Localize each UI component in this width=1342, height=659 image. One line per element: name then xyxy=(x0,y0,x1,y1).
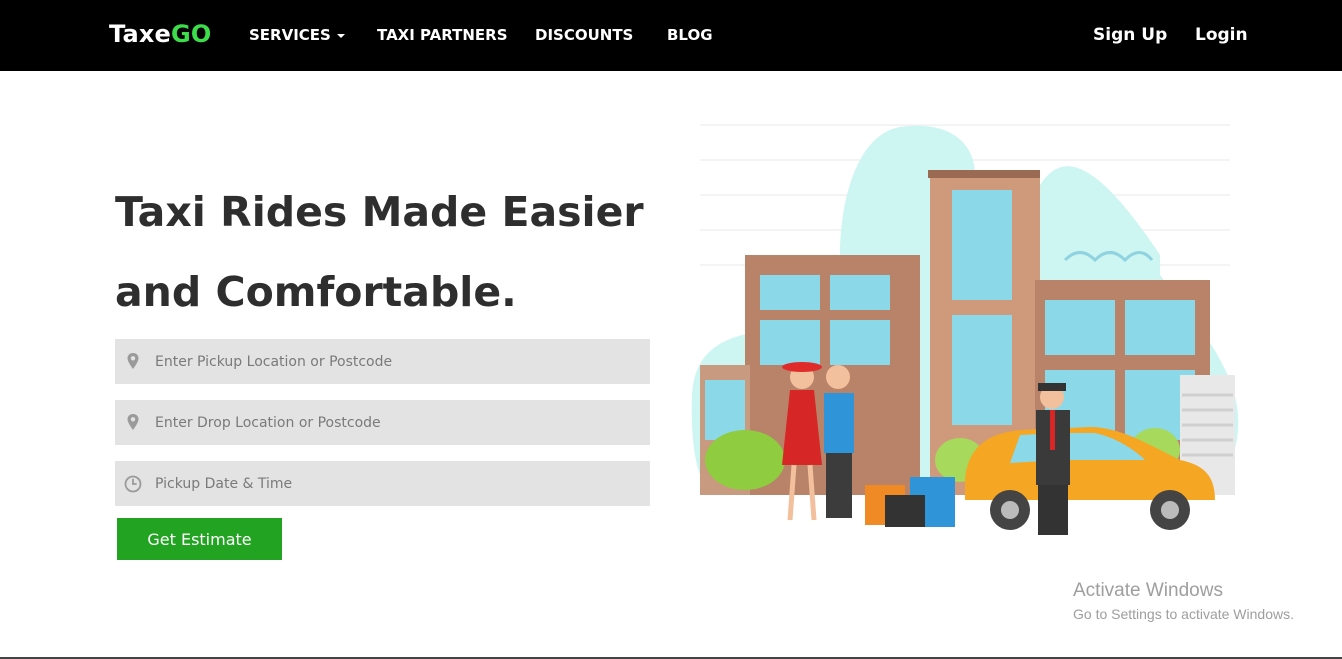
taxi-illustration xyxy=(690,124,1242,535)
nav-taxi-partners[interactable]: TAXI PARTNERS xyxy=(377,26,508,44)
get-estimate-button[interactable]: Get Estimate xyxy=(117,518,282,560)
nav-services-label: SERVICES xyxy=(249,26,331,44)
navbar: TaxeGO SERVICES TAXI PARTNERS DISCOUNTS … xyxy=(0,0,1342,71)
hero-title: Taxi Rides Made Easier and Comfortable. xyxy=(115,172,675,332)
datetime-input[interactable] xyxy=(155,461,635,506)
nav-blog[interactable]: BLOG xyxy=(667,26,713,44)
brand-name-part1: Taxe xyxy=(109,20,172,48)
pickup-field xyxy=(115,339,650,384)
caret-down-icon xyxy=(336,33,345,38)
hero-title-line2: and Comfortable. xyxy=(115,268,517,316)
datetime-field xyxy=(115,461,650,506)
clock-icon xyxy=(124,475,142,493)
map-marker-icon xyxy=(127,353,139,369)
nav-services[interactable]: SERVICES xyxy=(249,26,345,44)
nav-discounts[interactable]: DISCOUNTS xyxy=(535,26,633,44)
windows-activation-title: Activate Windows xyxy=(1073,580,1223,601)
drop-field xyxy=(115,400,650,445)
brand-logo[interactable]: TaxeGO xyxy=(109,20,212,48)
sign-up-link[interactable]: Sign Up xyxy=(1093,25,1167,45)
hero-title-line1: Taxi Rides Made Easier xyxy=(115,188,644,236)
brand-name-part2: GO xyxy=(171,20,212,48)
windows-activation-subtitle: Go to Settings to activate Windows. xyxy=(1073,606,1294,622)
map-marker-icon xyxy=(127,414,139,430)
login-link[interactable]: Login xyxy=(1195,25,1248,45)
drop-input[interactable] xyxy=(155,400,635,445)
pickup-input[interactable] xyxy=(155,339,635,384)
